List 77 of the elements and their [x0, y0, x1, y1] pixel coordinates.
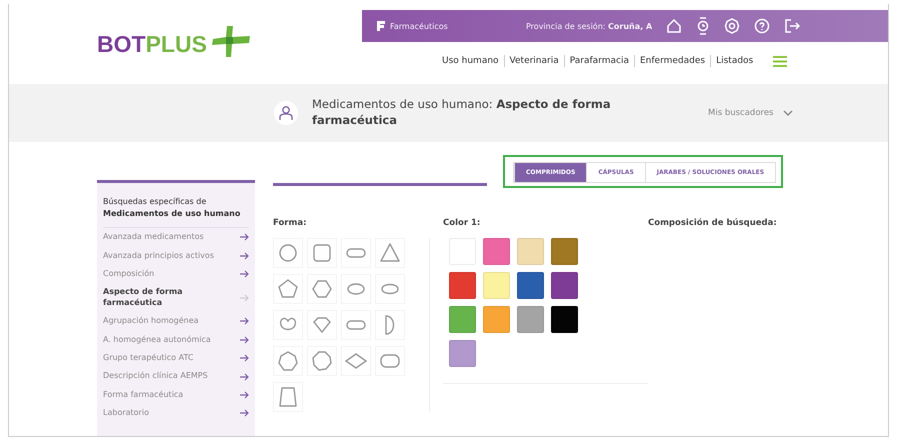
shape-option[interactable]: [375, 274, 405, 304]
shape-option[interactable]: [307, 274, 337, 304]
nav-link[interactable]: Veterinaria: [510, 56, 559, 66]
color-swatch[interactable]: [483, 306, 510, 333]
sidebar-heading: Búsquedas específicas de Medicamentos de uso humano: [103, 183, 249, 228]
arrow-icon: [240, 372, 249, 380]
settings-icon[interactable]: [724, 18, 740, 34]
help-icon[interactable]: [754, 18, 770, 34]
f-logo-icon: [376, 20, 386, 32]
shape-option[interactable]: [307, 238, 337, 268]
cross-icon: [210, 24, 251, 58]
arrow-icon: [240, 270, 249, 278]
arrow-icon: [240, 233, 249, 242]
user-icon: [274, 101, 298, 125]
nav-link[interactable]: Enfermedades: [640, 56, 706, 66]
shape-option[interactable]: [273, 382, 303, 412]
sidebar-item[interactable]: Avanzada principios activos: [103, 246, 249, 265]
nav-link[interactable]: Parafarmacia: [570, 56, 629, 66]
heptagon-shape-icon: [276, 349, 300, 373]
octagon-shape-icon: [310, 349, 334, 373]
color-swatch[interactable]: [483, 272, 510, 299]
color-swatch[interactable]: [517, 306, 544, 333]
shape-option[interactable]: [375, 346, 405, 376]
nav-link[interactable]: Listados: [716, 56, 754, 66]
arrow-icon: [240, 294, 249, 302]
sidebar-item[interactable]: Avanzada medicamentos: [103, 228, 249, 247]
page-title: Medicamentos de uso humano: Aspecto de forma farmacéutica: [312, 97, 612, 129]
sidebar-item[interactable]: A. homogénea autonómica: [103, 330, 249, 349]
sidebar-item[interactable]: Descripción clínica AEMPS: [103, 367, 249, 386]
color-swatch[interactable]: [449, 340, 476, 367]
sidebar-item[interactable]: Laboratorio: [103, 404, 249, 422]
logo-text-plus: PLUS: [146, 30, 207, 58]
sidebar-item[interactable]: Agrupación homogénea: [103, 312, 249, 331]
sidebar-item[interactable]: Grupo terapéutico ATC: [103, 348, 249, 368]
logout-icon[interactable]: [784, 18, 800, 34]
shape-option[interactable]: [273, 346, 303, 376]
arrow-icon: [240, 252, 249, 260]
chevron-icon: [783, 110, 794, 116]
menu-icon[interactable]: [773, 56, 788, 66]
arrow-icon: [240, 354, 249, 362]
home-icon[interactable]: [666, 18, 682, 34]
shape-option[interactable]: [273, 310, 303, 340]
color-swatch[interactable]: [551, 238, 578, 265]
arrow-icon: [240, 336, 249, 344]
shape-option[interactable]: [341, 274, 371, 304]
sidebar-item[interactable]: Composición: [103, 264, 249, 284]
color-label: Color 1:: [443, 218, 482, 228]
shape-option[interactable]: [307, 310, 337, 340]
sidebar-item[interactable]: Aspecto de forma farmacéutica: [103, 283, 249, 312]
shape-option[interactable]: [273, 238, 303, 268]
logo-text: BOT: [97, 30, 146, 58]
arrow-icon: [240, 317, 249, 326]
color-swatch[interactable]: [517, 272, 544, 299]
shape-option[interactable]: [341, 310, 371, 340]
arrow-icon: [240, 409, 249, 418]
color-swatch[interactable]: [449, 306, 476, 333]
shape-option[interactable]: [307, 346, 337, 376]
shape-label: Forma:: [273, 218, 308, 228]
shape-option[interactable]: [273, 274, 303, 304]
color-swatch[interactable]: [517, 238, 544, 265]
brand-link[interactable]: Farmacéuticos: [376, 20, 526, 32]
session-text: Provincia de sesión: Coruña, A: [526, 22, 652, 30]
color-swatch[interactable]: [551, 272, 578, 299]
shape-option[interactable]: [375, 310, 405, 340]
logo[interactable]: BOTPLUS: [9, 4, 362, 66]
color-swatch[interactable]: [483, 238, 510, 265]
arrow-icon: [240, 390, 249, 399]
shape-option[interactable]: [375, 238, 405, 268]
composition-label: Composición de búsqueda:: [648, 218, 777, 228]
shape-option[interactable]: [341, 238, 371, 268]
shape-option[interactable]: [341, 346, 371, 376]
color-swatch[interactable]: [449, 272, 476, 299]
color-swatch[interactable]: [551, 306, 578, 333]
searches-dropdown[interactable]: Mis buscadores: [708, 108, 794, 118]
watch-icon[interactable]: [696, 17, 710, 35]
nav-link[interactable]: Uso humano: [442, 56, 499, 66]
sidebar-item[interactable]: Forma farmacéutica: [103, 386, 249, 404]
